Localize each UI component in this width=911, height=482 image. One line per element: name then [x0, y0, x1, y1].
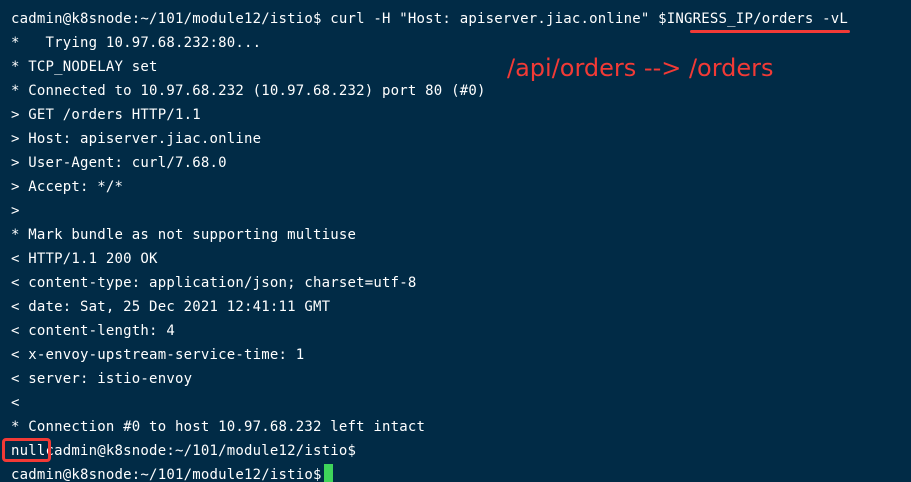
annotation-label: /api/orders --> /orders	[507, 54, 774, 82]
terminal-line: >	[11, 203, 20, 219]
terminal-line: > Accept: */*	[11, 179, 124, 195]
terminal-line: * Mark bundle as not supporting multiuse	[11, 227, 357, 243]
terminal-line: < x-envoy-upstream-service-time: 1	[11, 347, 305, 363]
annotation-highlight-box	[2, 438, 51, 462]
annotation-underline	[690, 30, 850, 33]
terminal-line: > Host: apiserver.jiac.online	[11, 131, 262, 147]
terminal-line: < date: Sat, 25 Dec 2021 12:41:11 GMT	[11, 299, 331, 315]
terminal-line: < HTTP/1.1 200 OK	[11, 251, 158, 267]
terminal-window[interactable]: cadmin@k8snode:~/101/module12/istio$ cur…	[0, 0, 911, 482]
text-cursor	[323, 464, 333, 482]
terminal-line: cadmin@k8snode:~/101/module12/istio$ cur…	[11, 11, 848, 27]
terminal-line: * Connection #0 to host 10.97.68.232 lef…	[11, 419, 426, 435]
terminal-line: > GET /orders HTTP/1.1	[11, 107, 201, 123]
terminal-line: > User-Agent: curl/7.68.0	[11, 155, 227, 171]
terminal-line: < content-type: application/json; charse…	[11, 275, 417, 291]
terminal-line: < server: istio-envoy	[11, 371, 193, 387]
terminal-prompt: cadmin@k8snode:~/101/module12/istio$	[11, 467, 322, 482]
terminal-line: < content-length: 4	[11, 323, 175, 339]
terminal-line: nullcadmin@k8snode:~/101/module12/istio$	[11, 443, 357, 459]
terminal-line: <	[11, 395, 20, 411]
terminal-prompt-line[interactable]: cadmin@k8snode:~/101/module12/istio$	[11, 463, 848, 482]
